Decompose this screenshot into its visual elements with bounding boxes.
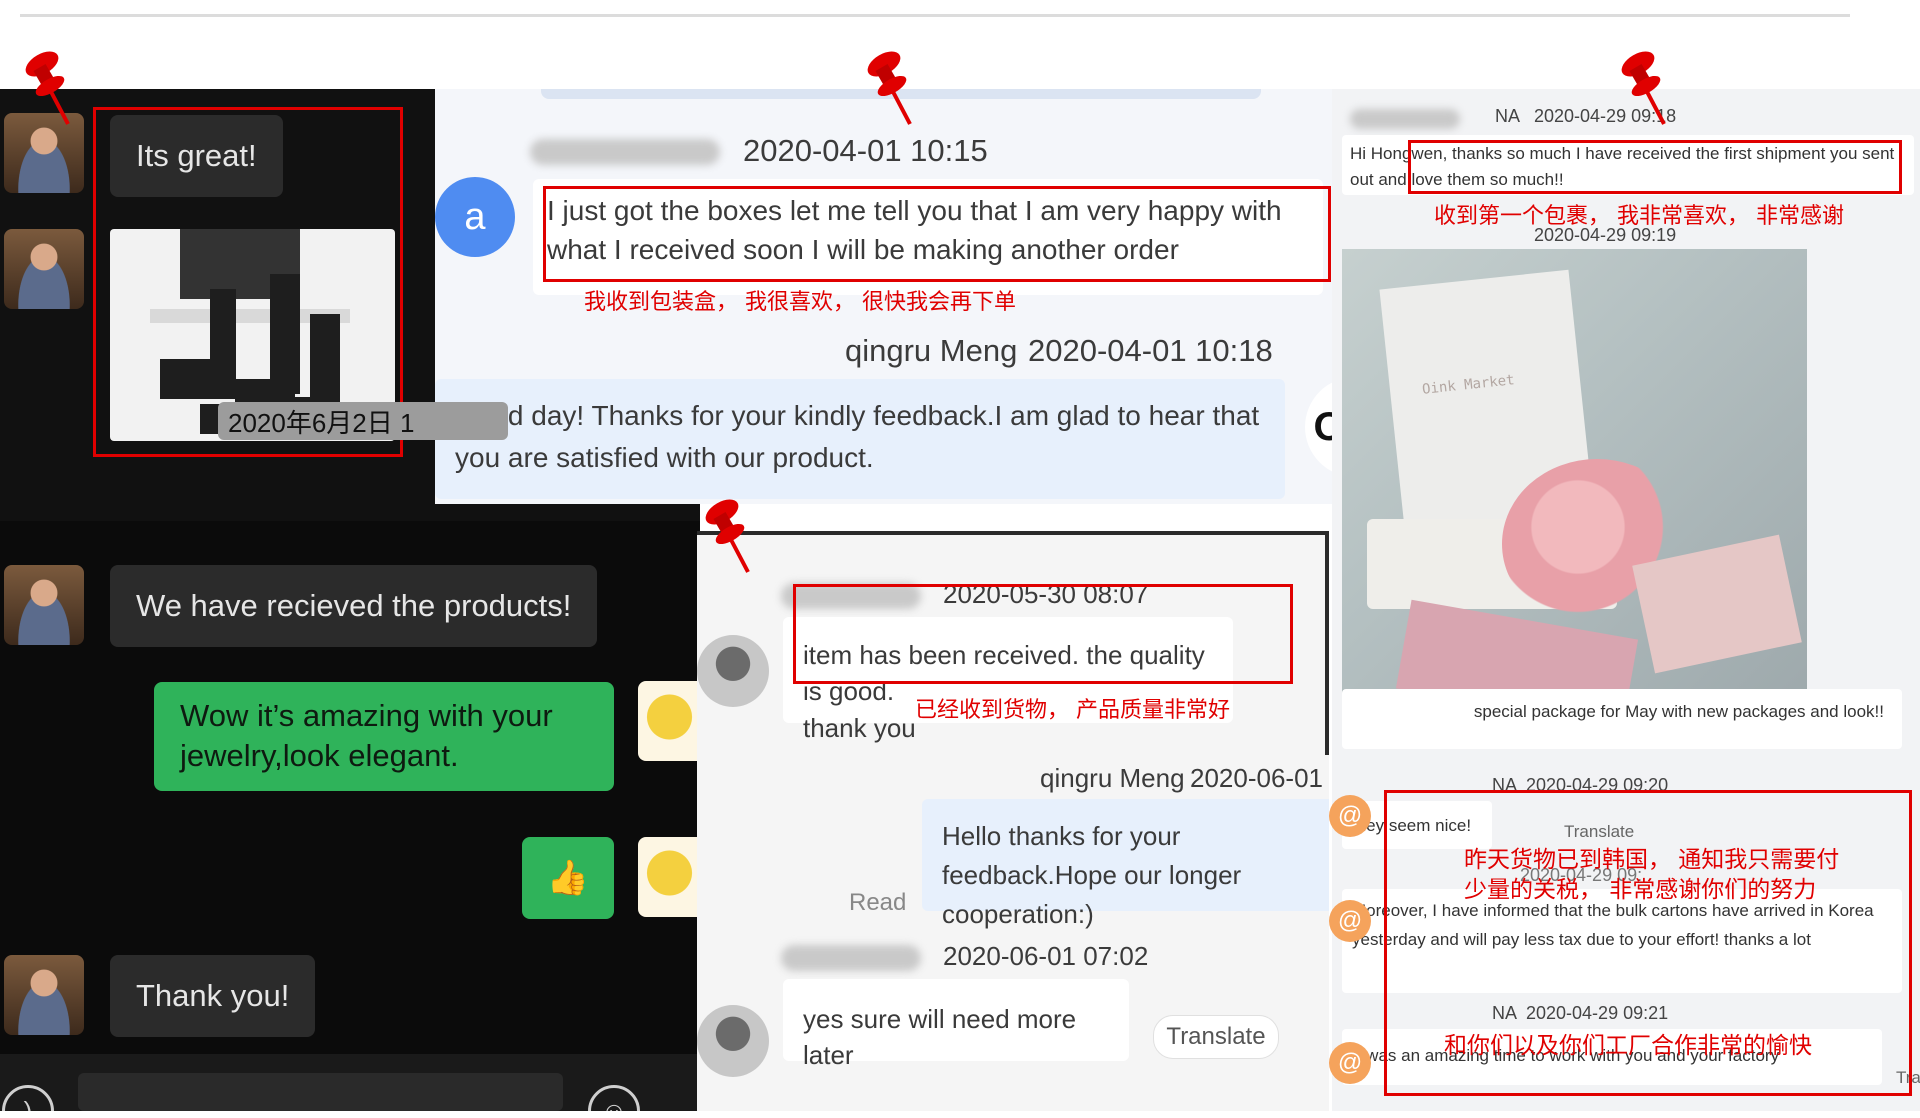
annotation-text: 我收到包装盒， 我很喜欢， 很快我会再下单 xyxy=(584,290,1016,315)
message-text: Good day! Thanks for your kindly feedbac… xyxy=(455,400,1260,473)
message-time: 2020-04-01 10:15 xyxy=(743,133,988,168)
message-thank-you: Thank you! xyxy=(110,955,316,1037)
top-divider xyxy=(20,14,1850,17)
message-input[interactable] xyxy=(78,1073,563,1111)
highlight-box xyxy=(543,186,1331,282)
customer-avatar[interactable] xyxy=(4,565,84,645)
highlight-box xyxy=(1408,140,1902,194)
message-received-products: We have recieved the products! xyxy=(110,565,598,647)
highlight-box xyxy=(793,584,1293,684)
message-time: 2020-06-01 07:02 xyxy=(943,941,1149,971)
sender-name: NA xyxy=(1495,106,1521,126)
annotation-text: 和你们以及你们工厂合作非常的愉快 xyxy=(1444,1033,1812,1059)
message-hello-thanks: Hello thanks for your feedback.Hope our … xyxy=(922,799,1329,929)
date-divider-chip: 2020年6月2日 1 xyxy=(218,402,508,440)
message-good-day: Good day! Thanks for your kindly feedbac… xyxy=(435,379,1285,499)
read-receipt: Read xyxy=(849,889,907,916)
message-text: special package for May with new package… xyxy=(1473,702,1884,721)
at-symbol: @ xyxy=(1337,907,1363,934)
thumbs-up-icon: 👍 xyxy=(546,858,590,897)
at-mention-icon[interactable]: @ xyxy=(1329,795,1371,837)
seller-avatar[interactable] xyxy=(638,837,700,917)
translate-label: Translate xyxy=(1166,1023,1266,1050)
reply-time: 2020-06-01 xyxy=(1190,763,1323,793)
at-mention-icon[interactable]: @ xyxy=(1329,900,1371,942)
date-chip-text: 2020年6月2日 1 xyxy=(228,407,415,438)
annotation-text: 昨天货物已到韩国， 通知我只需要付 xyxy=(1464,847,1840,873)
at-symbol: @ xyxy=(1337,1049,1363,1076)
at-mention-icon[interactable]: @ xyxy=(1329,1042,1371,1084)
sender-avatar[interactable] xyxy=(697,1005,769,1077)
customer-avatar[interactable] xyxy=(4,955,84,1035)
red-pushpin-icon xyxy=(705,499,750,573)
red-pushpin-icon xyxy=(25,51,70,125)
at-symbol: @ xyxy=(1337,802,1363,829)
message-need-more: yes sure will need more later xyxy=(783,979,1129,1070)
panel-frame xyxy=(1325,535,1329,755)
message-thumbs-up: 👍 xyxy=(522,837,614,919)
message-text: Wow it’s amazing with your jewelry,look … xyxy=(180,698,553,774)
red-pushpin-icon xyxy=(1621,51,1666,125)
reply-sender-name: qingru Meng xyxy=(845,333,1018,368)
message-amazing-jewelry: Wow it’s amazing with your jewelry,look … xyxy=(154,682,614,791)
reply-sender-name: qingru Meng xyxy=(1040,763,1185,793)
red-pushpin-icon xyxy=(867,51,912,125)
sender-avatar[interactable]: a xyxy=(435,177,515,257)
gift-package-photo[interactable]: Oink Market xyxy=(1342,249,1807,701)
seller-avatar[interactable] xyxy=(638,681,700,761)
sender-name-blurred xyxy=(1350,109,1460,129)
translate-button[interactable]: Translate xyxy=(1153,1015,1279,1059)
message-special-package: special package for May with new package… xyxy=(1342,689,1902,749)
message-text: Thank you! xyxy=(136,978,290,1013)
message-text: yes sure will need more later xyxy=(803,1004,1077,1071)
reply-time: 2020-04-01 10:18 xyxy=(1028,333,1273,368)
message-text: We have recieved the products! xyxy=(136,588,572,623)
sender-avatar[interactable] xyxy=(697,635,769,707)
annotation-text: 已经收到货物， 产品质量非常好 xyxy=(915,698,1230,723)
message-text: Hello thanks for your feedback.Hope our … xyxy=(942,821,1242,929)
avatar-letter: a xyxy=(464,195,486,238)
annotation-text: 少量的关税， 非常感谢你们的努力 xyxy=(1464,877,1817,903)
sender-name-blurred xyxy=(781,945,921,971)
annotation-text: 收到第一个包裹， 我非常喜欢， 非常感谢 xyxy=(1434,204,1844,229)
customer-avatar[interactable] xyxy=(4,229,84,309)
sender-name-blurred xyxy=(530,139,720,165)
